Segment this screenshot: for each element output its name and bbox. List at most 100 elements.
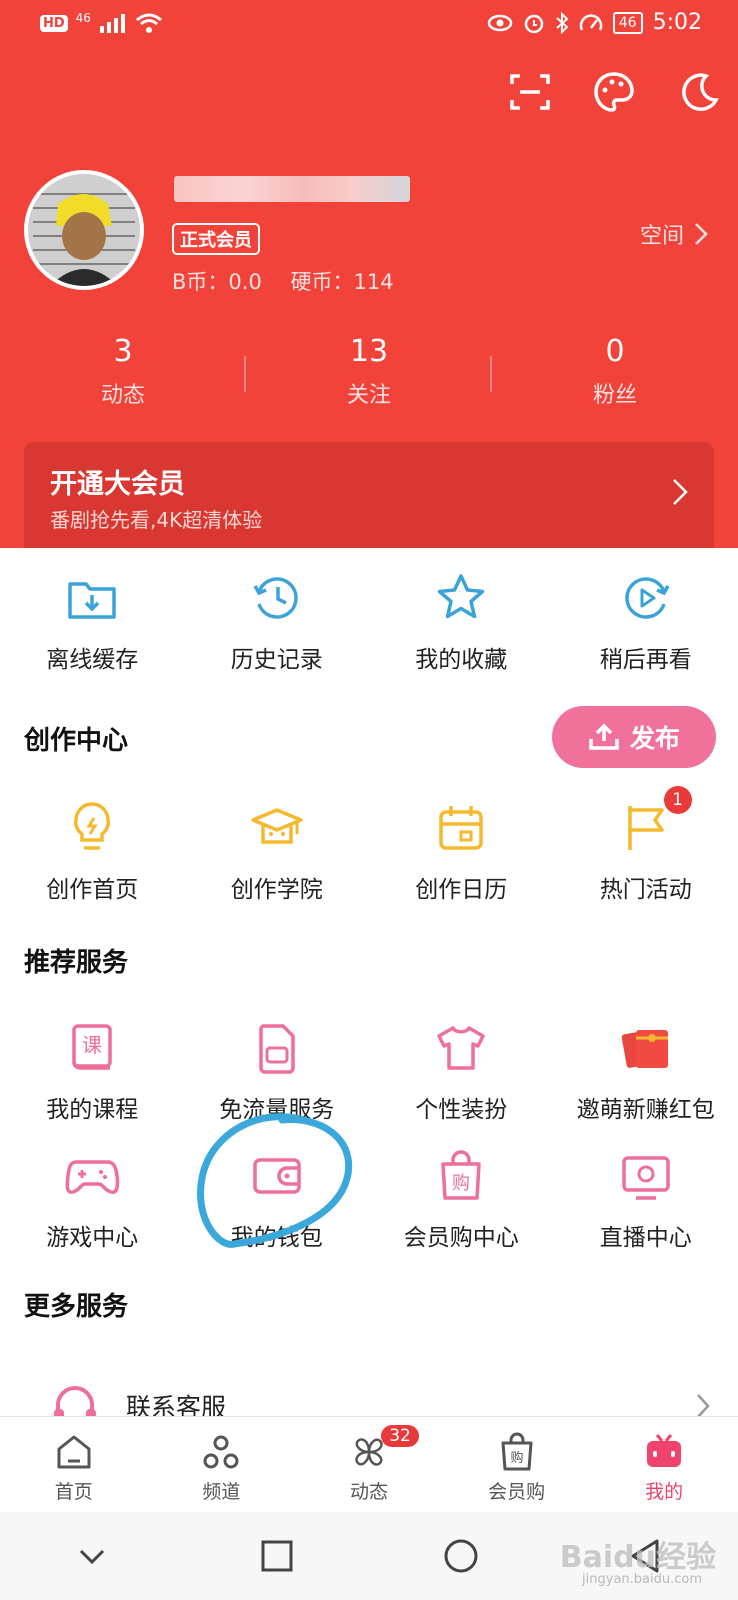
hd-badge: HD — [40, 14, 68, 32]
creation-calendar[interactable]: 创作日历 — [369, 800, 554, 904]
nav-mine[interactable]: 我的 — [590, 1417, 738, 1513]
channel-icon — [203, 1435, 239, 1469]
history-clock-icon — [253, 577, 298, 619]
stat-posts[interactable]: 3 动态 — [0, 334, 246, 409]
chevron-down-icon[interactable] — [73, 1537, 111, 1575]
publish-button[interactable]: 发布 — [552, 706, 716, 768]
service-invite-red-packet[interactable]: 邀萌新赚红包 — [554, 1020, 738, 1124]
shopping-bag-icon: 购 — [441, 1150, 481, 1200]
shop-glyph: 购 — [452, 1173, 470, 1194]
avatar-image — [28, 174, 140, 286]
notification-badge: 1 — [663, 786, 692, 814]
night-mode-icon[interactable] — [676, 70, 720, 114]
creation-label: 热门活动 — [599, 877, 692, 903]
status-bar: HD 46 46 5:02 — [0, 0, 738, 50]
status-time: 5:02 — [652, 10, 702, 35]
stat-number: 3 — [113, 334, 133, 369]
service-label: 会员购中心 — [403, 1225, 519, 1251]
network-label: 46 — [75, 11, 91, 25]
section-title-recommend: 推荐服务 — [24, 948, 129, 978]
scan-icon[interactable] — [508, 70, 552, 114]
creation-academy[interactable]: 创作学院 — [185, 800, 370, 904]
tv-live-icon — [622, 1156, 670, 1200]
creation-label: 创作日历 — [415, 877, 508, 903]
home-circle-icon[interactable] — [442, 1537, 480, 1575]
stat-label: 关注 — [346, 383, 391, 408]
quick-actions: 离线缓存 历史记录 我的收藏 稍后再看 — [0, 570, 738, 674]
space-link[interactable]: 空间 — [640, 218, 708, 250]
signal-icon — [99, 14, 125, 33]
home-icon — [57, 1435, 91, 1469]
quick-history[interactable]: 历史记录 — [185, 570, 370, 674]
nav-channel[interactable]: 频道 — [148, 1417, 296, 1513]
palette-icon[interactable] — [592, 70, 636, 114]
creation-label: 创作首页 — [46, 877, 139, 903]
recommend-grid-row2: 游戏中心 我的钱包 购 会员购中心 直播中心 — [0, 1148, 738, 1252]
download-folder-icon — [68, 582, 116, 619]
section-title-creation: 创作中心 — [24, 726, 129, 756]
star-icon — [438, 574, 485, 619]
quick-favorites[interactable]: 我的收藏 — [369, 570, 554, 674]
service-label: 邀萌新赚红包 — [576, 1097, 715, 1123]
vip-title: 开通大会员 — [50, 469, 185, 500]
chevron-right-icon — [673, 479, 688, 505]
flag-icon — [628, 806, 664, 850]
nav-member-shop[interactable]: 购 会员购 — [443, 1417, 591, 1513]
notification-badge: 32 — [381, 1425, 419, 1447]
tv-face-icon — [647, 1434, 682, 1467]
stat-number: 0 — [605, 334, 625, 369]
calendar-icon — [439, 806, 483, 850]
stat-label: 动态 — [100, 383, 145, 408]
space-label: 空间 — [639, 224, 684, 249]
vip-banner[interactable]: 开通大会员 番剧抢先看,4K超清体验 — [24, 442, 714, 562]
watermark-logo: Baidu经验 — [559, 1540, 716, 1575]
course-glyph: 课 — [82, 1033, 102, 1057]
service-live-center[interactable]: 直播中心 — [554, 1148, 738, 1252]
nav-label: 频道 — [202, 1481, 241, 1503]
recent-apps-icon[interactable] — [258, 1537, 296, 1575]
quick-label: 历史记录 — [230, 647, 323, 673]
creation-grid: 创作首页 创作学院 创作日历 1 热门活动 — [0, 786, 738, 904]
coin-info: B币：0.0 硬币：114 — [172, 266, 416, 296]
stats-row: 3 动态 13 关注 0 粉丝 — [0, 334, 738, 409]
quick-label: 离线缓存 — [46, 647, 139, 673]
bottom-nav: 首页 频道 32 动态 购 会员购 我的 — [0, 1416, 738, 1513]
username-blurred — [174, 176, 410, 202]
service-member-shop[interactable]: 购 会员购中心 — [369, 1148, 554, 1252]
creation-hot-events[interactable]: 1 热门活动 — [554, 786, 738, 904]
upload-icon — [589, 723, 619, 750]
service-my-courses[interactable]: 课 我的课程 — [0, 1020, 185, 1124]
nav-label: 会员购 — [488, 1481, 546, 1503]
bcoin-balance: B币：0.0 — [172, 270, 262, 294]
service-label: 个性装扮 — [415, 1097, 508, 1123]
shopping-bag-icon: 购 — [501, 1432, 533, 1471]
quick-label: 稍后再看 — [599, 647, 692, 673]
avatar[interactable] — [24, 170, 144, 290]
section-title-more: 更多服务 — [24, 1292, 129, 1322]
recommend-grid-row1: 课 我的课程 免流量服务 个性装扮 邀萌新赚红包 — [0, 1020, 738, 1124]
service-label: 直播中心 — [599, 1225, 692, 1251]
nav-home[interactable]: 首页 — [0, 1417, 148, 1513]
service-game-center[interactable]: 游戏中心 — [0, 1148, 185, 1252]
speed-icon — [579, 13, 602, 31]
quick-offline-cache[interactable]: 离线缓存 — [0, 570, 185, 674]
header-actions — [508, 70, 720, 114]
nav-label: 我的 — [645, 1481, 684, 1503]
stat-following[interactable]: 13 关注 — [246, 334, 492, 409]
bluetooth-icon — [556, 11, 569, 34]
course-book-icon: 课 — [72, 1024, 112, 1070]
creation-home[interactable]: 创作首页 — [0, 800, 185, 904]
battery-indicator: 46 — [612, 11, 643, 34]
quick-watch-later[interactable]: 稍后再看 — [554, 570, 738, 674]
stat-label: 粉丝 — [592, 383, 637, 408]
stat-fans[interactable]: 0 粉丝 — [492, 334, 738, 409]
watermark-url: jingyan.baidu.com — [582, 1572, 702, 1587]
service-dress-up[interactable]: 个性装扮 — [369, 1020, 554, 1124]
service-label: 游戏中心 — [46, 1225, 139, 1251]
alarm-icon — [524, 14, 544, 33]
nav-dynamic[interactable]: 32 动态 — [295, 1417, 443, 1513]
graduation-cap-icon — [251, 808, 303, 844]
quick-label: 我的收藏 — [415, 647, 508, 673]
nav-shop-glyph: 购 — [510, 1450, 523, 1466]
gamepad-icon — [65, 1160, 120, 1194]
